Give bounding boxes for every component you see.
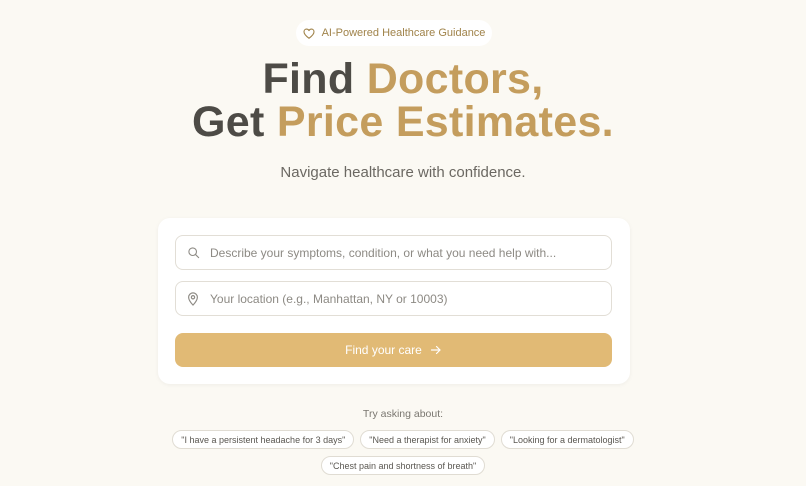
map-pin-icon bbox=[176, 291, 210, 306]
suggestion-chip-dermatologist[interactable]: "Looking for a dermatologist" bbox=[500, 430, 634, 449]
search-icon bbox=[176, 246, 210, 259]
find-care-button[interactable]: Find your care bbox=[175, 333, 612, 367]
suggestion-chip-headache[interactable]: "I have a persistent headache for 3 days… bbox=[172, 430, 355, 449]
suggestion-chip-therapist[interactable]: "Need a therapist for anxiety" bbox=[360, 430, 495, 449]
headline-price-estimates: Price Estimates. bbox=[276, 98, 614, 146]
symptoms-input[interactable] bbox=[210, 245, 600, 260]
heart-icon bbox=[303, 28, 315, 39]
badge-label: AI-Powered Healthcare Guidance bbox=[321, 27, 486, 39]
find-care-label: Find your care bbox=[345, 343, 422, 357]
search-card: Find your care bbox=[158, 218, 630, 384]
page-title: Find Doctors, Get Price Estimates. bbox=[0, 58, 806, 144]
headline-doctors: Doctors, bbox=[366, 55, 544, 103]
headline-line-2: Get Price Estimates. bbox=[0, 101, 806, 144]
symptoms-field[interactable] bbox=[175, 235, 612, 270]
location-field[interactable] bbox=[175, 281, 612, 316]
location-input[interactable] bbox=[210, 291, 600, 306]
headline-get: Get bbox=[192, 98, 265, 146]
arrow-right-icon bbox=[430, 345, 441, 355]
headline-line-1: Find Doctors, bbox=[0, 58, 806, 101]
page-subtitle: Navigate healthcare with confidence. bbox=[280, 164, 526, 181]
suggestion-chip-chest-pain[interactable]: "Chest pain and shortness of breath" bbox=[320, 456, 486, 475]
ai-guidance-badge: AI-Powered Healthcare Guidance bbox=[296, 20, 492, 46]
suggestion-chips: "I have a persistent headache for 3 days… bbox=[150, 430, 656, 475]
suggestions-label: Try asking about: bbox=[362, 408, 444, 420]
landing-page: AI-Powered Healthcare Guidance Find Doct… bbox=[0, 0, 806, 486]
headline-find: Find bbox=[262, 55, 355, 103]
